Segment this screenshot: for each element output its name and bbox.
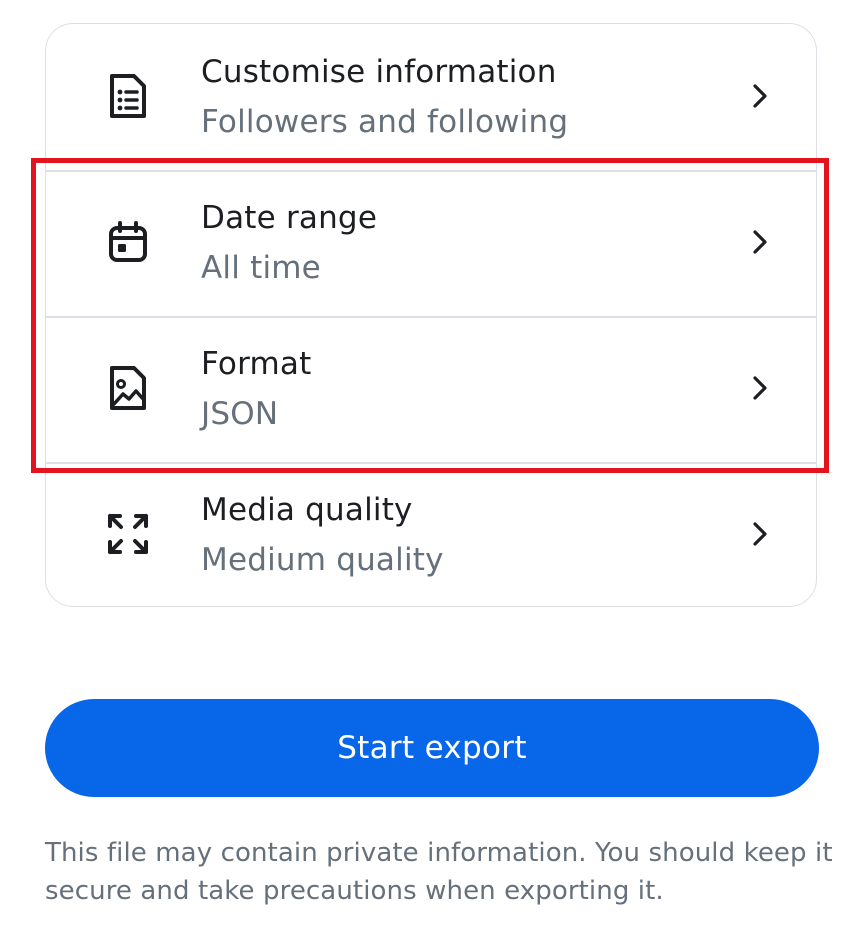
- export-settings-card: Customise information Followers and foll…: [45, 23, 817, 607]
- date-range-row[interactable]: Date range All time: [46, 170, 816, 316]
- customise-information-row[interactable]: Customise information Followers and foll…: [46, 24, 816, 170]
- chevron-right-icon: [753, 376, 767, 400]
- privacy-disclaimer: This file may contain private informatio…: [45, 838, 833, 906]
- expand-arrows-icon: [104, 510, 152, 558]
- calendar-icon: [104, 218, 152, 266]
- chevron-right-icon: [753, 522, 767, 546]
- document-list-icon: [104, 72, 152, 120]
- chevron-right-icon: [753, 84, 767, 108]
- format-row[interactable]: Format JSON: [46, 316, 816, 462]
- row-title: Date range: [201, 200, 378, 236]
- row-value: JSON: [201, 396, 279, 432]
- row-title: Customise information: [201, 54, 557, 90]
- row-value: Followers and following: [201, 104, 569, 140]
- row-title: Format: [201, 346, 312, 382]
- export-settings-page: Customise information Followers and foll…: [0, 0, 864, 944]
- chevron-right-icon: [753, 230, 767, 254]
- start-export-button[interactable]: Start export: [45, 699, 819, 797]
- row-value: Medium quality: [201, 542, 444, 578]
- row-value: All time: [201, 250, 321, 286]
- row-title: Media quality: [201, 492, 413, 528]
- file-image-icon: [104, 364, 152, 412]
- media-quality-row[interactable]: Media quality Medium quality: [46, 462, 816, 606]
